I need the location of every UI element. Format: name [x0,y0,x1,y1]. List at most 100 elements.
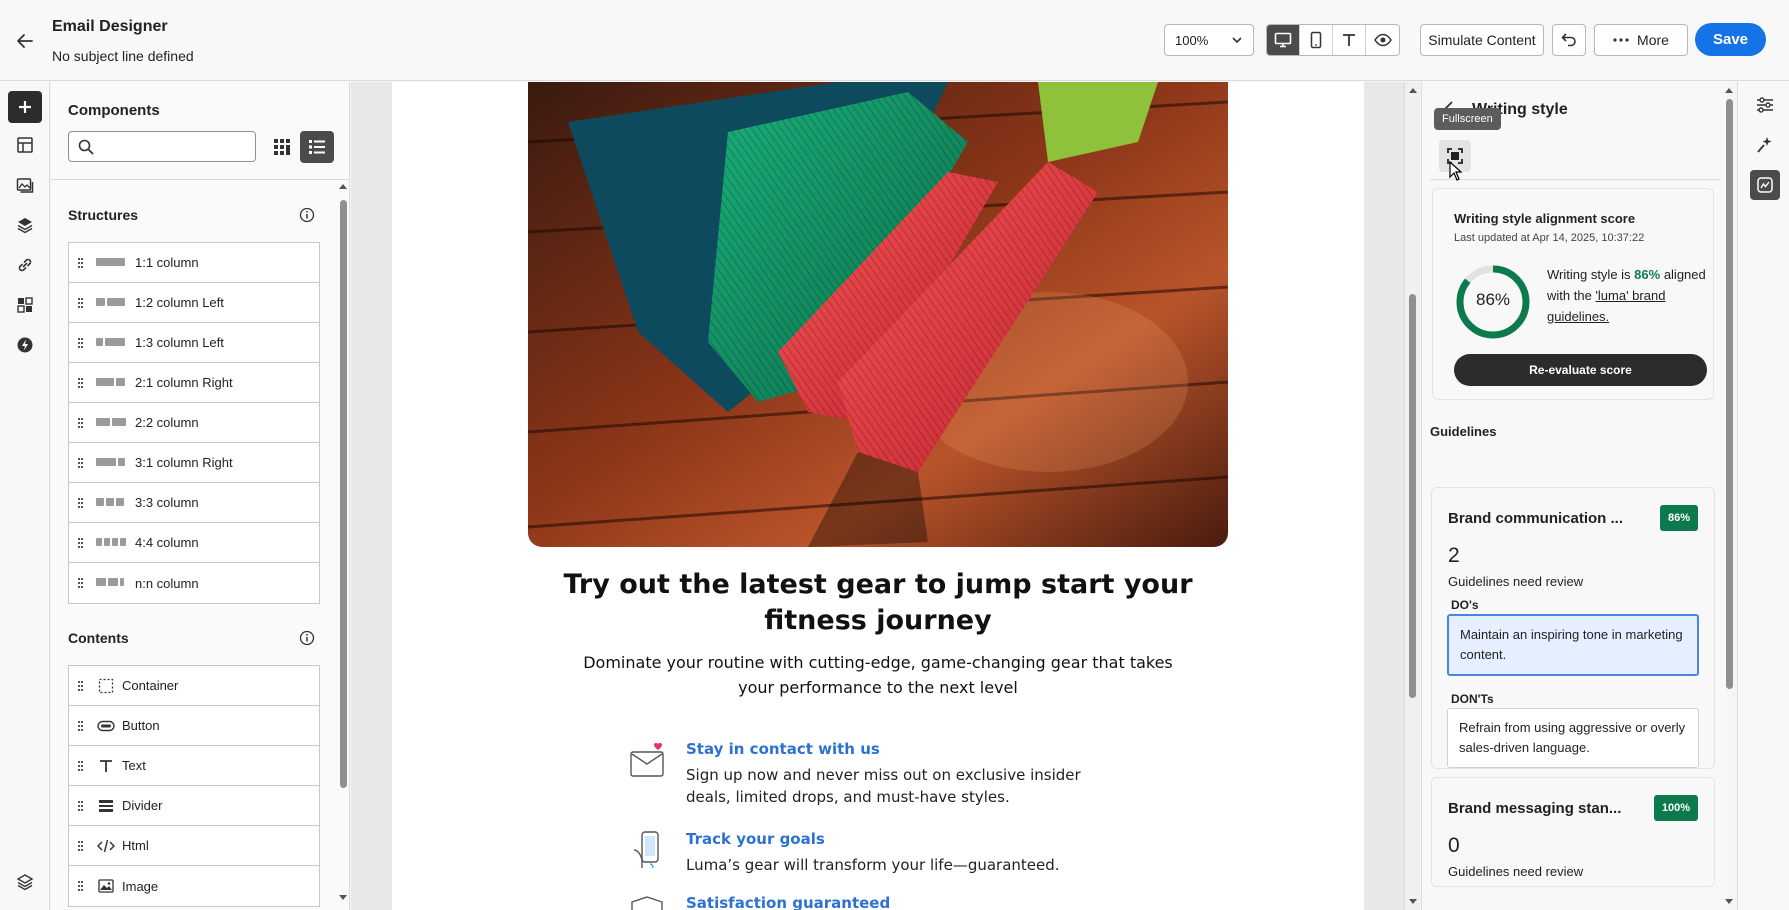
scroll-thumb[interactable] [1726,99,1733,689]
feature-title[interactable]: Stay in contact with us [686,740,880,758]
component-search-input[interactable] [101,136,251,158]
email-subhead[interactable]: Dominate your routine with cutting-edge,… [578,650,1178,700]
zoom-select[interactable]: 100% [1164,24,1254,56]
drag-handle-icon[interactable] [78,497,86,508]
component-search[interactable] [68,131,256,162]
ai-assistant-rail-button[interactable] [1750,130,1780,160]
re-evaluate-button[interactable]: Re-evaluate score [1454,354,1707,386]
content-item[interactable]: Text [69,746,319,786]
donts-item[interactable]: Refrain from using aggressive or overly … [1447,708,1699,768]
scroll-down-icon[interactable] [1724,898,1734,906]
column-layout-icon [96,497,129,508]
preview-button[interactable] [1366,25,1399,55]
subject-line[interactable]: No subject line defined [52,48,194,64]
undo-button[interactable] [1552,24,1586,56]
structure-item[interactable]: 1:3 column Left [69,323,319,363]
container-icon [96,678,116,694]
guideline-count-label: Guidelines need review [1448,574,1584,589]
template-rail-button[interactable] [8,129,42,161]
back-button[interactable] [12,28,38,54]
dynamic-content-rail-button[interactable] [8,329,42,361]
simulate-content-button[interactable]: Simulate Content [1420,24,1544,56]
email-body: Try out the latest gear to jump start yo… [392,82,1364,910]
scroll-down-icon[interactable] [1408,898,1418,906]
mobile-view-button[interactable] [1300,25,1333,55]
content-item[interactable]: Container [69,666,319,706]
structure-label: 3:3 column [135,495,199,510]
email-headline[interactable]: Try out the latest gear to jump start yo… [528,567,1228,639]
content-item[interactable]: Html [69,826,319,866]
guideline-badge: 86% [1659,505,1698,531]
structure-item[interactable]: n:n column [69,563,319,603]
more-button[interactable]: More [1594,24,1688,56]
drag-handle-icon[interactable] [78,417,86,428]
structure-item[interactable]: 4:4 column [69,523,319,563]
guideline-badge: 100% [1653,795,1698,821]
writing-style-rail-button[interactable] [1750,170,1780,200]
desktop-view-button[interactable] [1267,25,1300,55]
drag-handle-icon[interactable] [78,257,86,268]
info-icon[interactable] [299,207,315,223]
structure-item[interactable]: 3:3 column [69,483,319,523]
components-rail-button[interactable] [8,91,42,123]
content-item[interactable]: Image [69,866,319,906]
drag-handle-icon[interactable] [78,840,86,851]
grid-view-button[interactable] [267,132,297,162]
sliders-icon [1757,97,1773,113]
components-scrollbar[interactable] [338,182,348,902]
structure-item[interactable]: 1:1 column [69,243,319,283]
flash-icon [17,337,33,353]
save-button[interactable]: Save [1695,23,1766,56]
canvas-scrollbar[interactable] [1404,82,1420,910]
scroll-up-icon[interactable] [338,182,348,190]
writing-style-scrollbar[interactable] [1722,82,1736,910]
layers-rail-button[interactable] [8,209,42,241]
envelope-heart-icon [630,742,664,777]
drag-handle-icon[interactable] [78,537,86,548]
scroll-up-icon[interactable] [1408,86,1418,94]
scroll-thumb[interactable] [1409,294,1416,698]
guideline-card[interactable]: Brand communication ... 86% 2 Guidelines… [1431,487,1715,769]
structure-item[interactable]: 1:2 column Left [69,283,319,323]
chevron-down-icon [1232,37,1242,44]
scroll-up-icon[interactable] [1724,86,1734,94]
feature-title[interactable]: Track your goals [686,830,825,848]
drag-handle-icon[interactable] [78,881,86,891]
structure-item[interactable]: 3:1 column Right [69,443,319,483]
drag-handle-icon[interactable] [78,680,86,691]
view-mode-group [1266,24,1400,56]
hero-image[interactable] [528,82,1228,547]
assets-rail-button[interactable] [8,169,42,201]
links-rail-button[interactable] [8,249,42,281]
guideline-card[interactable]: Brand messaging stan... 100% 0 Guideline… [1431,777,1715,887]
drag-handle-icon[interactable] [78,377,86,388]
list-view-button[interactable] [300,131,334,163]
structure-item[interactable]: 2:2 column [69,403,319,443]
scroll-down-icon[interactable] [338,894,348,902]
content-item[interactable]: Button [69,706,319,746]
drag-handle-icon[interactable] [78,457,86,468]
dos-item[interactable]: Maintain an inspiring tone in marketing … [1447,614,1699,676]
structure-label: 4:4 column [135,535,199,550]
column-layout-icon [96,377,129,388]
fragments-rail-button[interactable] [8,289,42,321]
drag-handle-icon[interactable] [78,760,86,771]
drag-handle-icon[interactable] [78,720,86,731]
settings-rail-button[interactable] [1750,90,1780,120]
drag-handle-icon[interactable] [78,578,86,588]
drag-handle-icon[interactable] [78,337,86,348]
text-icon [1343,34,1355,46]
structure-label: 3:1 column Right [135,455,233,470]
text-view-button[interactable] [1333,25,1366,55]
content-label: Divider [122,798,163,813]
content-item[interactable]: Divider [69,786,319,826]
content-label: Container [122,678,179,693]
drag-handle-icon[interactable] [78,297,86,308]
info-icon[interactable] [299,630,315,646]
scroll-thumb[interactable] [340,200,347,788]
drag-handle-icon[interactable] [78,800,86,811]
structure-item[interactable]: 2:1 column Right [69,363,319,403]
content-label: Button [122,718,160,733]
bottom-rail-button[interactable] [8,866,42,898]
feature-title[interactable]: Satisfaction guaranteed [686,894,890,910]
